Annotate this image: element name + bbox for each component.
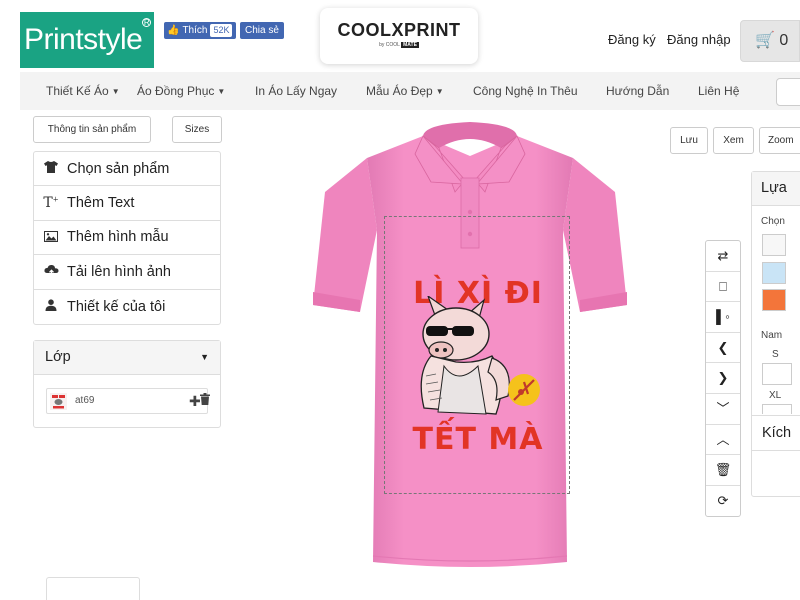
caret-down-icon: ▼ [200,352,209,362]
menu-upload-image[interactable]: Tải lên hình ảnh [34,255,220,290]
cart-icon: 🛒 [755,32,775,49]
color-swatch-lightblue[interactable] [762,262,786,284]
facebook-share-button[interactable]: Chia sẻ [240,22,284,39]
nav-label: Thiết Kế Áo [46,84,109,98]
caret-down-icon: ▼ [217,87,226,96]
nav-item-in-ao-lay-ngay[interactable]: In Áo Lấy Ngay [255,72,337,110]
size-s-label: S [772,349,779,360]
login-link[interactable]: Đăng nhập [667,32,731,47]
options-panel-title: Lựa [752,172,800,206]
nav-label: Công Nghệ In Thêu [473,84,578,98]
facebook-like-button[interactable]: 👍 Thích 52K [164,22,237,39]
menu-my-designs[interactable]: Thiết kế của tôi [34,290,220,324]
color-label: Chọn [761,216,785,227]
sizes-button[interactable]: Sizes [172,116,222,143]
printstyle-logo[interactable]: Printstyle R [20,12,154,68]
layer-thumbnail [50,393,67,410]
nav-label: Mẫu Áo Đẹp [366,84,433,98]
caret-down-icon: ▼ [111,87,120,96]
tool-menu: Chọn sản phẩm T+ Thêm Text Thêm hình mẫu… [33,151,221,325]
logo-text: Printstyle [24,23,143,56]
menu-label: Thiết kế của tôi [67,298,166,315]
pig-illustration[interactable] [396,296,556,430]
caret-down-icon: ▼ [435,87,444,96]
coolxprint-logo[interactable]: COOLXPRINT by COOL MATE [320,8,478,64]
registered-mark: R [142,18,151,27]
size-xl-input[interactable] [762,404,792,414]
nav-label: In Áo Lấy Ngay [255,84,338,98]
menu-label: Chọn sản phẩm [67,160,170,177]
trash-icon[interactable] [200,393,210,410]
chevron-down-icon[interactable]: ︿ [706,425,740,456]
swap-icon[interactable]: ⇄ [706,241,740,272]
chevron-right-icon[interactable]: ❯ [706,363,740,394]
nav-label: Liên Hệ [698,84,740,98]
nav-item-cong-nghe-in-theu[interactable]: Công Nghệ In Thêu [473,72,578,110]
thumbs-up-icon: 👍 [167,25,180,36]
zoom-button[interactable]: Zoom [759,127,800,154]
main-nav: Thiết Kế Áo ▼ Áo Đồng Phục ▼ In Áo Lấy Nga… [20,72,800,110]
layers-panel: Lớp ▼ at69 ✚ [33,340,221,428]
layer-item[interactable]: at69 ✚ [46,388,210,414]
partner-logo-text: COOLXPRINT [337,20,461,40]
fb-like-count: 52K [210,24,233,37]
refresh-icon[interactable]: ⟳ [706,486,740,517]
stamp-icon[interactable]: ⎕ [706,272,740,303]
tshirt-icon [43,161,59,176]
menu-add-clipart[interactable]: Thêm hình mẫu [34,221,220,256]
object-toolbar: ⇄ ⎕ ▌◦ ❮ ❯ ﹀ ︿ 🗑 ⟳ [705,240,741,518]
size-xl-label: XL [769,390,782,401]
menu-label: Thêm hình mẫu [67,229,169,246]
user-icon [43,299,59,314]
nav-item-huong-dan[interactable]: Hướng Dẫn [606,72,669,110]
cart-count: 0 [779,32,789,49]
nav-item-ao-dong-phuc[interactable]: Áo Đồng Phục ▼ [137,72,225,111]
menu-label: Tải lên hình ảnh [67,263,171,280]
register-link[interactable]: Đăng ký [608,32,656,47]
size-section-header[interactable]: Kích [752,415,800,451]
layers-header[interactable]: Lớp ▼ [34,341,220,375]
bottom-panel [46,577,140,600]
menu-add-text[interactable]: T+ Thêm Text [34,186,220,221]
nav-item-lien-he[interactable]: Liên Hệ [698,72,739,110]
chevron-up-icon[interactable]: ﹀ [706,394,740,425]
chevron-left-icon[interactable]: ❮ [706,333,740,364]
layers-title: Lớp [45,349,71,365]
design-text-bottom[interactable]: TẾT MÀ [388,422,568,457]
nav-item-thiet-ke-ao[interactable]: Thiết Kế Áo ▼ [46,72,120,111]
product-info-button[interactable]: Thông tin sản phẩm [33,116,151,143]
cart-button[interactable]: 🛒 0 [740,20,800,62]
nav-search-input[interactable] [776,78,800,106]
menu-label: Thêm Text [67,195,135,212]
color-swatch-white[interactable] [762,234,786,256]
cloud-upload-icon [43,264,59,279]
layer-name: at69 [75,395,95,406]
text-add-icon: T+ [43,195,59,212]
partner-sub-text: by COOL [379,42,400,48]
trash-icon[interactable]: 🗑 [706,455,740,486]
fb-like-label: Thích [182,25,208,36]
menu-choose-product[interactable]: Chọn sản phẩm [34,152,220,187]
view-button[interactable]: Xem [713,127,754,154]
move-icon[interactable]: ✚ [189,389,201,413]
design-app: Printstyle R 👍 Thích 52K Chia sẻ COOLXPR… [0,0,800,600]
nav-label: Hướng Dẫn [606,84,670,98]
nav-item-mau-ao-dep[interactable]: Mẫu Áo Đẹp ▼ [366,72,444,111]
gender-label: Nam [761,330,783,341]
partner-sub-badge: MATE [401,42,419,48]
align-icon[interactable]: ▌◦ [706,302,740,333]
options-panel: Lựa Chọn Nam S XL Kích [751,171,800,497]
nav-label: Áo Đồng Phục [137,84,215,98]
image-icon [43,230,59,245]
color-swatch-orange[interactable] [762,289,786,311]
partner-logo-sub: by COOL MATE [320,42,478,48]
size-s-input[interactable] [762,363,792,385]
save-button[interactable]: Lưu [670,127,708,154]
